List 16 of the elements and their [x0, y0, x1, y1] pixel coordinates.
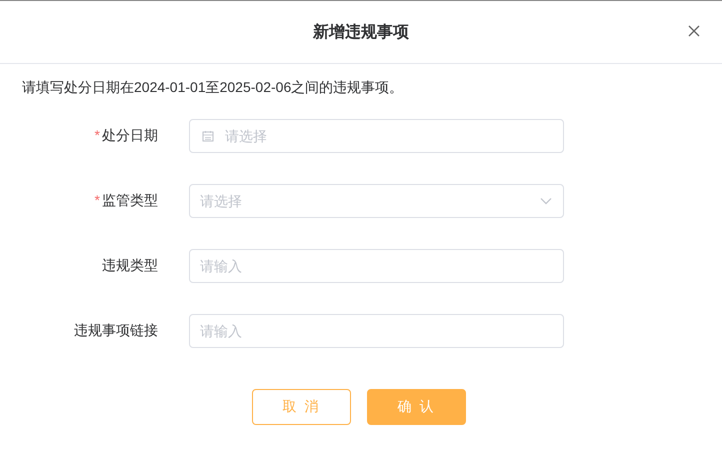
- field-label: 监管类型: [102, 192, 158, 208]
- chevron-down-icon: [540, 197, 552, 205]
- dialog-title: 新增违规事项: [313, 22, 409, 42]
- field-label: 违规事项链接: [74, 322, 158, 338]
- select-field[interactable]: 请选择: [189, 184, 564, 218]
- notice-text: 请填写处分日期在2024-01-01至2025-02-06之间的违规事项。: [21, 78, 404, 97]
- required-mark: *: [94, 127, 100, 143]
- confirm-button[interactable]: 确 认: [367, 389, 466, 425]
- close-button[interactable]: [688, 25, 700, 37]
- field-label: 违规类型: [102, 257, 158, 273]
- cancel-button[interactable]: 取 消: [252, 389, 351, 425]
- input-field[interactable]: 请输入: [189, 249, 564, 283]
- date-field[interactable]: 请选择: [189, 119, 564, 153]
- input-field[interactable]: 请输入: [189, 314, 564, 348]
- field-label: 处分日期: [102, 127, 158, 143]
- required-mark: *: [94, 192, 100, 208]
